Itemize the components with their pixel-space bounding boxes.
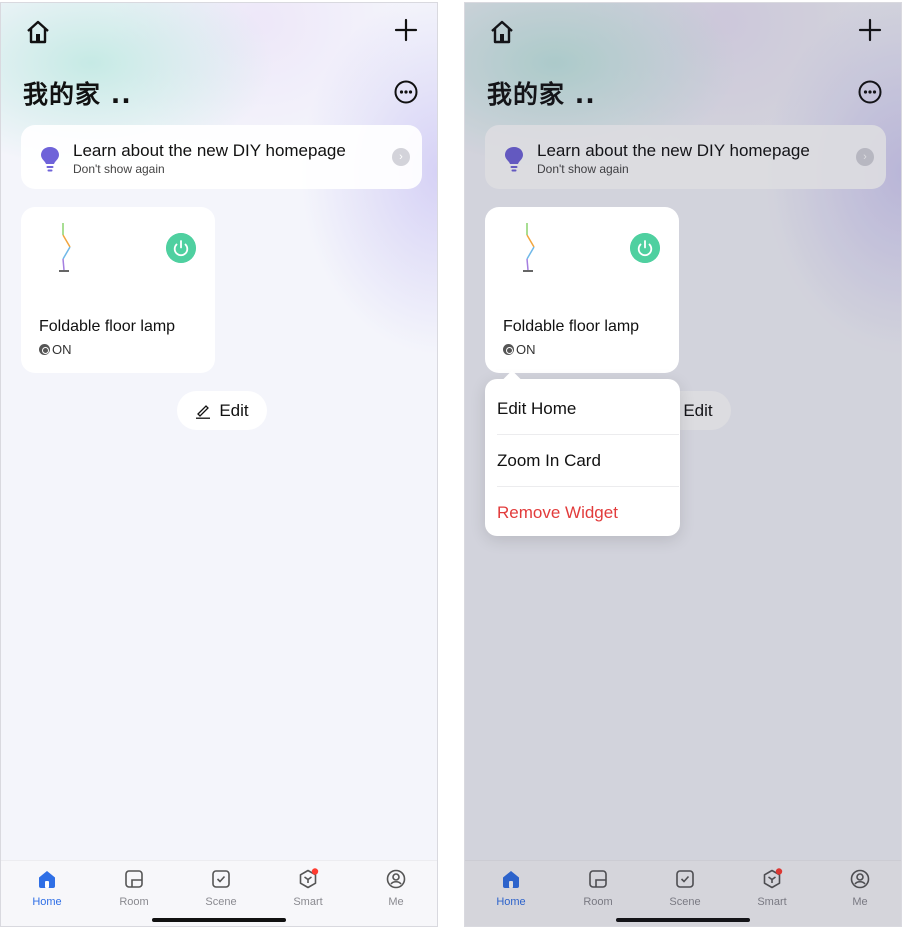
floor-lamp-image <box>59 223 71 272</box>
status-icon <box>503 344 514 355</box>
chevron-right-icon[interactable]: › <box>392 148 410 166</box>
home-icon <box>39 871 55 888</box>
power-button-icon[interactable] <box>166 233 196 263</box>
device-name: Foldable floor lamp <box>39 318 176 335</box>
status-icon <box>39 344 50 355</box>
tab-scene-label: Scene <box>205 896 237 908</box>
room-icon <box>125 870 143 888</box>
lightbulb-icon <box>41 147 59 172</box>
more-options-icon[interactable] <box>393 79 419 105</box>
scene-icon <box>212 870 230 888</box>
home-title[interactable]: 我的家 .. <box>23 75 132 111</box>
home-indicator <box>152 918 286 922</box>
device-name: Foldable floor lamp <box>503 318 640 335</box>
tab-smart-label: Smart <box>293 896 323 908</box>
home-switch-icon[interactable] <box>25 19 51 45</box>
add-icon[interactable] <box>393 17 419 43</box>
device-status-text: ON <box>516 342 536 357</box>
diy-homepage-tip-card[interactable]: Learn about the new DIY homepage Don't s… <box>21 125 422 189</box>
menu-item-edit-home[interactable]: Edit Home <box>497 383 679 435</box>
device-card-selected[interactable]: Foldable floor lamp ON <box>485 207 679 373</box>
bottom-tab-bar: Home Room Scene Smart Me <box>1 860 437 926</box>
device-card[interactable]: Foldable floor lamp ON <box>21 207 215 373</box>
device-status-text: ON <box>52 342 72 357</box>
menu-item-zoom-in-card[interactable]: Zoom In Card <box>497 435 679 487</box>
widget-context-menu: Edit Home Zoom In Card Remove Widget <box>485 379 680 536</box>
pencil-icon <box>196 404 211 419</box>
power-button-icon[interactable] <box>630 233 660 263</box>
tab-home-label: Home <box>32 896 62 908</box>
device-status: ON <box>39 342 72 357</box>
tip-title: Learn about the new DIY homepage <box>73 141 346 160</box>
tab-smart[interactable]: Smart <box>278 868 338 908</box>
menu-item-remove-widget[interactable]: Remove Widget <box>497 487 679 539</box>
tab-me[interactable]: Me <box>366 868 426 908</box>
comparison-stage: 我的家 .. Learn about the new DIY homepage … <box>0 0 904 929</box>
tab-me-label: Me <box>388 896 404 908</box>
device-status: ON <box>503 342 536 357</box>
tab-scene[interactable]: Scene <box>191 868 251 908</box>
edit-button[interactable]: Edit <box>177 391 267 430</box>
floor-lamp-image <box>523 223 535 272</box>
phone-screen-default: 我的家 .. Learn about the new DIY homepage … <box>0 2 438 927</box>
dont-show-again-link[interactable]: Don't show again <box>73 162 165 176</box>
phone-screen-context-menu: 我的家 .. Learn about the new DIY homepage … <box>464 2 902 927</box>
tab-home[interactable]: Home <box>17 868 77 908</box>
me-icon <box>386 869 406 889</box>
tab-room-label: Room <box>119 896 149 908</box>
edit-button-label: Edit <box>219 400 249 420</box>
smart-icon <box>299 868 319 889</box>
tab-room[interactable]: Room <box>104 868 164 908</box>
